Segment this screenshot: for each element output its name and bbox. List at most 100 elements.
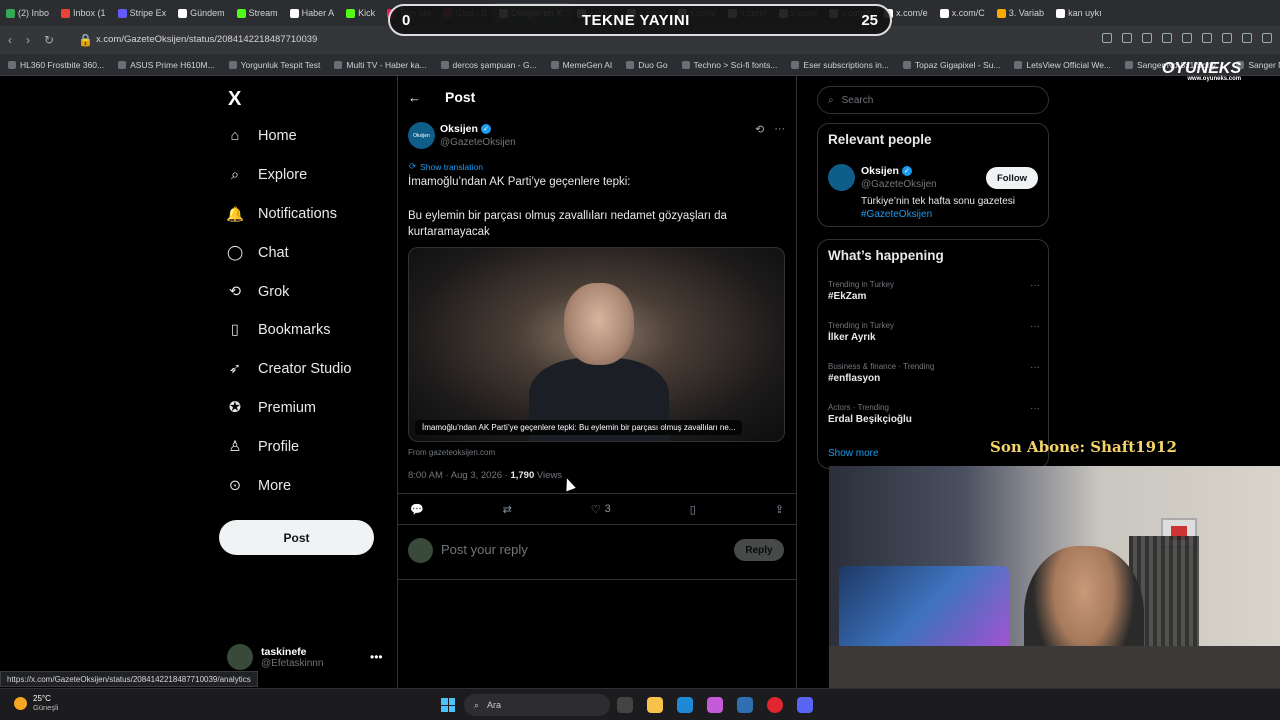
- search-input[interactable]: ⌕ Search: [817, 86, 1049, 114]
- browser-tab[interactable]: Haber A: [284, 3, 341, 23]
- site-info-icon[interactable]: 🔒: [78, 33, 93, 47]
- browser-tab[interactable]: Kick: [340, 3, 381, 23]
- bookmark-item[interactable]: Sanger Np-8x1 Son...: [1236, 60, 1280, 70]
- sidebar-item-grok[interactable]: ⟲ Grok: [226, 283, 290, 301]
- trend-item[interactable]: Trending in Turkey İlker Ayrık ···: [828, 321, 1040, 343]
- more-horizontal-icon[interactable]: •••: [370, 650, 383, 664]
- menu-icon[interactable]: [1262, 33, 1272, 43]
- reply-button[interactable]: Reply: [734, 539, 784, 561]
- more-horizontal-icon[interactable]: ···: [1030, 403, 1040, 414]
- back-icon[interactable]: ‹: [8, 33, 12, 47]
- bookmark-favicon-icon: [1125, 60, 1134, 69]
- link-source[interactable]: From gazeteoksijen.com: [408, 448, 495, 457]
- reply-icon[interactable]: 💬: [410, 503, 424, 516]
- grok-icon[interactable]: ⟲: [755, 123, 764, 136]
- arrow-left-icon[interactable]: ←: [408, 90, 421, 105]
- sidebar-item-notifications[interactable]: 🔔 Notifications: [226, 205, 337, 223]
- play-icon[interactable]: [1182, 33, 1192, 43]
- avatar[interactable]: [828, 164, 855, 191]
- person-handle[interactable]: @GazeteOksijen: [861, 179, 937, 190]
- trend-item[interactable]: Business & finance · Trending #enflasyon ·…: [828, 362, 1040, 384]
- author-avatar[interactable]: Oksijen: [408, 122, 435, 149]
- follow-button[interactable]: Follow: [986, 167, 1038, 189]
- more-horizontal-icon[interactable]: ···: [1030, 362, 1040, 373]
- edit-icon[interactable]: [1102, 33, 1112, 43]
- hashtag-link[interactable]: #GazeteOksijen: [861, 209, 932, 220]
- translate-icon[interactable]: [1162, 33, 1172, 43]
- post-media-card[interactable]: İmamoğlu’ndan AK Parti’ye geçenlere tepk…: [408, 247, 785, 442]
- sidebar-item-bookmarks[interactable]: ▯ Bookmarks: [226, 321, 331, 339]
- browser-tab[interactable]: kan uykı: [1050, 3, 1108, 23]
- more-horizontal-icon[interactable]: ···: [1030, 321, 1040, 332]
- browser-tab[interactable]: Gündem: [172, 3, 231, 23]
- bookmark-label: HL360 Frostbite 360...: [20, 59, 105, 70]
- views-label[interactable]: Views: [534, 470, 562, 481]
- discord-icon[interactable]: [797, 697, 813, 713]
- camera-icon[interactable]: [1122, 33, 1132, 43]
- like-button[interactable]: ♡ 3: [591, 503, 611, 516]
- browser-tab[interactable]: (2) Inbo: [0, 3, 55, 23]
- sidebar-item-home[interactable]: ⌂ Home: [226, 127, 297, 145]
- wallet-icon[interactable]: [1222, 33, 1232, 43]
- url-field[interactable]: x.com/GazeteOksijen/status/2084142218487…: [96, 34, 317, 45]
- taskbar-search[interactable]: ⌕ Ara: [464, 694, 610, 716]
- trend-title: #enflasyon: [828, 373, 881, 384]
- opera-icon[interactable]: [767, 697, 783, 713]
- heart-icon[interactable]: [1202, 33, 1212, 43]
- more-horizontal-icon[interactable]: ···: [774, 123, 785, 136]
- bookmark-item[interactable]: ASUS Prime H610M...: [118, 60, 215, 70]
- trend-item[interactable]: Actors · Trending Erdal Beşikçioğlu ···: [828, 403, 1040, 425]
- person-name[interactable]: Oksijen ✓: [861, 165, 912, 177]
- post-button[interactable]: Post: [219, 520, 374, 555]
- bookmark-item[interactable]: HL360 Frostbite 360...: [8, 60, 104, 70]
- browser-tab[interactable]: 3. Variab: [991, 3, 1050, 23]
- sidebar-item-explore[interactable]: ⌕ Explore: [226, 166, 307, 184]
- bookmark-item[interactable]: LetsView Official We...: [1014, 60, 1111, 70]
- bookmark-item[interactable]: Multi TV - Haber ka...: [334, 60, 427, 70]
- repost-icon[interactable]: ⇄: [503, 503, 512, 516]
- reload-icon[interactable]: ↻: [44, 33, 54, 47]
- bookmark-favicon-icon: [228, 60, 237, 69]
- post-timestamp[interactable]: 8:00 AM · Aug 3, 2026 ·: [408, 470, 510, 481]
- file-explorer-icon[interactable]: [647, 697, 663, 713]
- bookmark-item[interactable]: Topaz Gigapixel - Su...: [902, 60, 1000, 70]
- edge-icon[interactable]: [677, 697, 693, 713]
- task-view-icon[interactable]: [617, 697, 633, 713]
- account-switcher[interactable]: taskinefe @Efetaskinnn: [227, 644, 323, 670]
- bookmark-item[interactable]: dercos şampuan - G...: [440, 60, 537, 70]
- copilot-icon[interactable]: [707, 697, 723, 713]
- browser-tab[interactable]: Inbox (1: [55, 3, 112, 23]
- browser-tab[interactable]: Stream: [231, 3, 284, 23]
- store-icon[interactable]: [737, 697, 753, 713]
- bookmark-item[interactable]: Techno > Sci-fi fonts...: [681, 60, 777, 70]
- bookmark-item[interactable]: MemeGen AI: [550, 60, 612, 70]
- trend-item[interactable]: Trending in Turkey #EkZam ···: [828, 280, 1040, 302]
- x-logo[interactable]: X: [228, 88, 241, 111]
- bookmark-item[interactable]: Duo Go: [626, 60, 668, 70]
- bookmark-item[interactable]: Yorgunluk Tespit Test: [228, 60, 320, 70]
- bookmarks-bar: HL360 Frostbite 360... ASUS Prime H610M..…: [0, 54, 1280, 76]
- show-more-link[interactable]: Show more: [828, 448, 879, 459]
- sidebar-item-chat[interactable]: ◯ Chat: [226, 244, 289, 262]
- weather-widget[interactable]: 25°C Güneşli: [14, 694, 58, 712]
- profile-icon[interactable]: [1242, 33, 1252, 43]
- reply-input[interactable]: Post your reply: [441, 542, 528, 557]
- trend-title: İlker Ayrık: [828, 332, 876, 343]
- share-icon[interactable]: ⇪: [775, 503, 784, 516]
- sidebar-item-premium[interactable]: ✪ Premium: [226, 399, 316, 417]
- browser-tab[interactable]: Stripe Ex: [112, 3, 173, 23]
- sidebar-item-creator-studio[interactable]: ➶ Creator Studio: [226, 360, 352, 378]
- more-horizontal-icon[interactable]: ···: [1030, 280, 1040, 291]
- sidebar-item-profile[interactable]: ♙ Profile: [226, 438, 300, 456]
- bookmark-icon[interactable]: ▯: [690, 503, 696, 516]
- bookmark-item[interactable]: Eser subscriptions in...: [791, 60, 889, 70]
- shield-icon[interactable]: [1142, 33, 1152, 43]
- windows-start-icon[interactable]: [441, 698, 455, 712]
- sidebar-item-more[interactable]: ⊙ More: [226, 477, 291, 495]
- browser-tab[interactable]: x.com/C: [934, 3, 991, 23]
- author-handle[interactable]: @GazeteOksijen: [440, 137, 516, 148]
- author-name[interactable]: Oksijen ✓: [440, 123, 491, 135]
- show-translation-link[interactable]: ⟳ Show translation: [409, 161, 483, 172]
- forward-icon[interactable]: ›: [26, 33, 30, 47]
- views-count[interactable]: 1,790: [510, 470, 534, 481]
